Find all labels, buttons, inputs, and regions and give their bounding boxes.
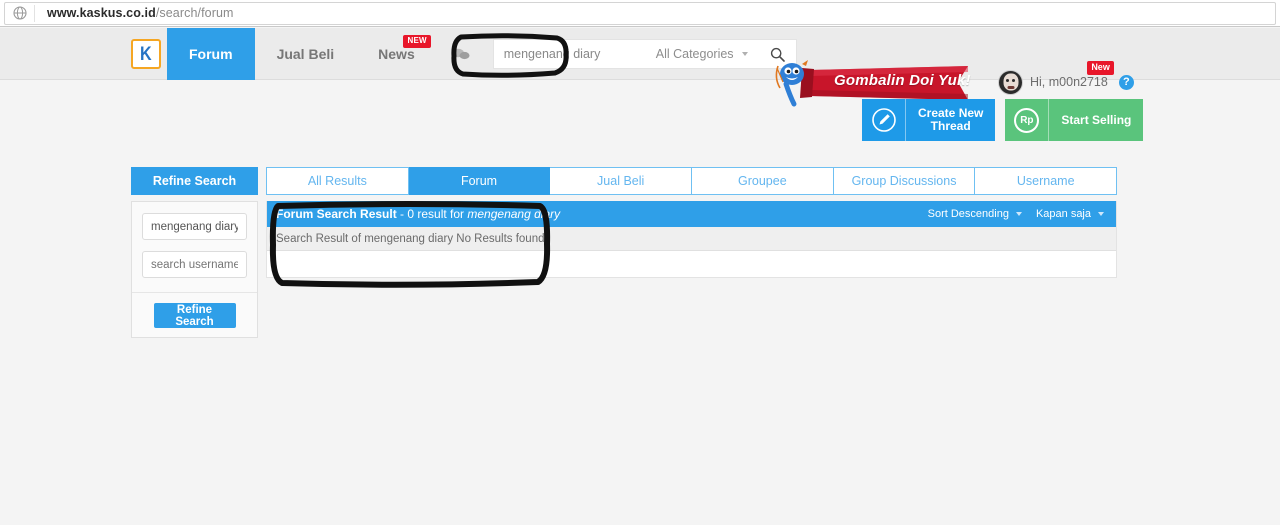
tab-all-results[interactable]: All Results xyxy=(266,167,409,195)
no-results-message: Search Result of mengenang diary No Resu… xyxy=(267,227,1116,251)
refine-search-panel: Refine Search xyxy=(131,201,258,338)
tab-forum-label: Forum xyxy=(460,174,498,188)
url-domain: www.kaskus.co.id xyxy=(47,6,156,20)
promo-banner-text: Gombalin Doi Yuk! xyxy=(834,72,971,89)
avatar[interactable] xyxy=(998,69,1023,95)
start-selling-label: Start Selling xyxy=(1061,112,1132,127)
tab-groupee[interactable]: Groupee xyxy=(692,167,834,195)
tab-jual-beli-label: Jual Beli xyxy=(597,174,645,188)
search-results-panel: Forum Search Result - 0 result for menge… xyxy=(266,201,1117,278)
refine-search-header: Refine Search xyxy=(131,167,258,195)
create-thread-line2: Thread xyxy=(930,119,971,133)
sort-dropdown-label: Sort Descending xyxy=(927,208,1009,220)
tab-username-label: Username xyxy=(1016,174,1075,188)
nav-item-forum[interactable]: Forum xyxy=(167,28,255,80)
nav-item-forum-label: Forum xyxy=(189,46,233,62)
category-dropdown-label: All Categories xyxy=(655,47,734,61)
user-greeting[interactable]: Hi, m00n2718 New xyxy=(1030,61,1114,89)
tab-group-discussions-label: Group Discussions xyxy=(851,174,957,188)
help-icon[interactable]: ? xyxy=(1118,74,1134,90)
time-filter-label: Kapan saja xyxy=(1035,208,1091,220)
news-new-badge: NEW xyxy=(403,35,431,48)
nav-items-group: K Forum Jual Beli News NEW All Categorie… xyxy=(131,28,797,80)
results-header-controls: Sort Descending Kapan saja xyxy=(928,208,1104,220)
kaskus-logo-letter: K xyxy=(140,43,152,65)
nav-item-jual-beli-label: Jual Beli xyxy=(276,46,335,62)
tab-forum[interactable]: Forum xyxy=(408,167,551,195)
results-header-title: Forum Search Result - 0 result for menge… xyxy=(276,207,560,221)
rupiah-icon: Rp xyxy=(1005,99,1050,141)
refine-username-input[interactable] xyxy=(142,251,247,278)
results-title: Forum Search Result xyxy=(276,207,397,221)
search-input[interactable] xyxy=(493,40,642,68)
search-tabs: All Results Forum Jual Beli Groupee Grou… xyxy=(266,167,1118,195)
refine-search-button[interactable]: Refine Search xyxy=(153,303,236,328)
nav-item-news[interactable]: News NEW xyxy=(356,28,437,80)
refine-keyword-input[interactable] xyxy=(142,213,247,240)
user-greeting-label: Hi, m00n2718 xyxy=(1030,75,1108,89)
nav-item-jual-beli[interactable]: Jual Beli xyxy=(255,28,357,80)
tab-username[interactable]: Username xyxy=(975,167,1118,195)
tab-group-discussions[interactable]: Group Discussions xyxy=(833,167,976,195)
create-new-thread-label: Create New Thread xyxy=(906,99,995,141)
results-header: Forum Search Result - 0 result for menge… xyxy=(267,201,1116,227)
browser-chrome: www.kaskus.co.id/search/forum xyxy=(0,0,1280,27)
time-filter-dropdown[interactable]: Kapan saja xyxy=(1036,208,1104,220)
chevron-down-icon xyxy=(741,52,748,56)
category-dropdown[interactable]: All Categories xyxy=(642,40,760,68)
url-path: /search/forum xyxy=(155,6,234,20)
tab-jual-beli[interactable]: Jual Beli xyxy=(550,167,693,195)
results-count-text: - 0 result for xyxy=(396,207,468,221)
results-query: mengenang diary xyxy=(467,207,561,221)
chevron-down-icon xyxy=(1015,212,1022,216)
sort-dropdown[interactable]: Sort Descending xyxy=(928,208,1022,220)
top-navigation-bar: K Forum Jual Beli News NEW All Categorie… xyxy=(0,28,1280,107)
pencil-icon xyxy=(862,99,906,141)
start-selling-button[interactable]: Rp Start Selling xyxy=(1005,99,1144,141)
globe-icon xyxy=(5,4,35,22)
url-text: www.kaskus.co.id/search/forum xyxy=(35,6,234,20)
address-bar[interactable]: www.kaskus.co.id/search/forum xyxy=(4,1,1276,25)
create-thread-line1: Create New xyxy=(918,106,984,120)
sidebar-divider xyxy=(132,292,257,293)
tab-groupee-label: Groupee xyxy=(738,174,787,188)
chevron-down-icon xyxy=(1098,212,1104,216)
chat-bubble-icon[interactable] xyxy=(437,28,485,80)
nav-item-news-label: News xyxy=(378,46,415,62)
nav-search-group: All Categories xyxy=(492,39,797,69)
user-new-badge: New xyxy=(1087,61,1114,75)
action-buttons-row: Create New Thread Rp Start Selling xyxy=(862,99,1144,141)
kaskus-logo[interactable]: K xyxy=(131,39,161,69)
tab-all-results-label: All Results xyxy=(307,174,367,188)
create-new-thread-button[interactable]: Create New Thread xyxy=(862,99,996,141)
